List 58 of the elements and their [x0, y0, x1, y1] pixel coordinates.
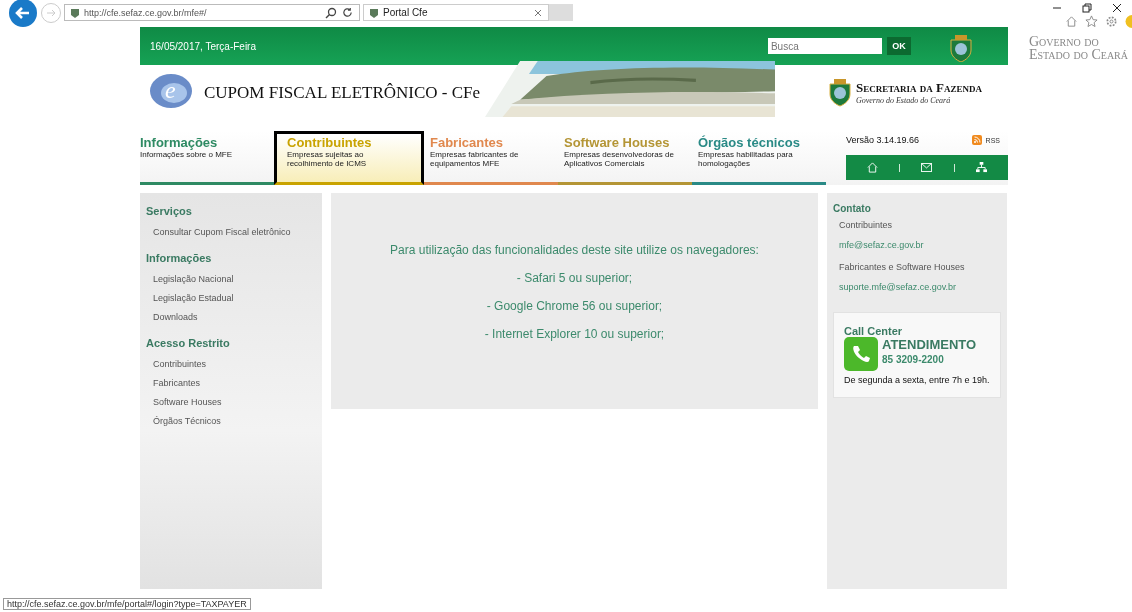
notice-text: Para utilização das funcionalidades deste site utilize os navegadores:: [390, 243, 759, 257]
site-icon: [370, 7, 378, 18]
nav-tab[interactable]: Órgãos técnicos Empresas habilitadas para homologações: [692, 131, 826, 185]
email-link[interactable]: suporte.mfe@sefaz.ce.gov.br: [839, 282, 1001, 292]
close-tab-icon[interactable]: [534, 8, 542, 17]
mail-icon[interactable]: [921, 163, 933, 172]
close-icon[interactable]: [1112, 3, 1122, 13]
sidebar-heading: Serviços: [146, 205, 193, 217]
email-link[interactable]: mfe@sefaz.ce.gov.br: [839, 240, 1001, 250]
crest-icon: [948, 34, 973, 62]
sidebar-heading: Informações: [146, 252, 213, 264]
phone-number: 85 3209-2200: [882, 354, 945, 365]
government-name: Estado do Ceará: [1028, 48, 1128, 61]
sidebar-link[interactable]: Consultar Cupom Fiscal eletrônico: [153, 227, 316, 237]
status-url: http://cfe.sefaz.ce.gov.br/mfe/portal#/login?type=TAXPAYER: [3, 598, 251, 610]
sidebar-link[interactable]: Fabricantes: [153, 378, 316, 388]
sidebar-link[interactable]: Contribuintes: [153, 359, 316, 369]
arrow-icon: [45, 7, 57, 19]
contact-heading: Contato: [833, 203, 872, 214]
search-button[interactable]: OK: [886, 37, 911, 55]
back-button[interactable]: [9, 0, 37, 27]
version-text: Versão 3.14.19.66: [846, 135, 920, 145]
search-field[interactable]: Busca: [767, 38, 882, 54]
sidebar-link[interactable]: Legislação Nacional: [153, 274, 316, 284]
browser-requirement: - Google Chrome 56 ou superior;: [486, 299, 663, 313]
browser-tab[interactable]: Portal Cfe: [363, 4, 549, 21]
opening-hours: De segunda a sexta, entre 7h e 19h.: [844, 375, 990, 385]
sitemap-icon[interactable]: [975, 162, 987, 173]
refresh-icon[interactable]: [342, 7, 353, 18]
site-title: CUPOM FISCAL ELETRÔNICO - CFe: [204, 83, 481, 103]
call-center-headline: ATENDIMENTO: [882, 337, 977, 352]
nav-tab[interactable]: Software Houses Empresas desenvolvedoras de Aplicativos Comerciais: [558, 131, 692, 185]
contact-label: Fabricantes e Software Houses: [839, 262, 966, 272]
logo-letter: e: [165, 77, 176, 104]
sidebar-link[interactable]: Software Houses: [153, 397, 316, 407]
sidebar-link[interactable]: Legislação Estadual: [153, 293, 316, 303]
contact-label: Contribuintes: [839, 220, 894, 230]
nav-tab[interactable]: Fabricantes Empresas fabricantes de equipamentos MFE: [424, 131, 558, 185]
restore-icon[interactable]: [1082, 3, 1092, 13]
phone-icon: [844, 337, 878, 371]
sidebar-link[interactable]: Downloads: [153, 312, 316, 322]
sidebar-link[interactable]: Órgãos Técnicos: [153, 416, 316, 426]
browser-requirement: - Internet Explorer 10 ou superior;: [484, 327, 665, 341]
star-icon[interactable]: [1085, 15, 1098, 28]
home-icon[interactable]: [1065, 15, 1078, 28]
crest-icon: [828, 77, 852, 107]
secretaria-name: Secretaria da Fazenda: [856, 79, 982, 96]
sidebar-heading: Acesso Restrito: [146, 337, 231, 349]
site-icon: [71, 7, 79, 18]
secretaria-subtitle: Governo do Estado do Ceará: [856, 95, 952, 105]
date-text: 16/05/2017, Terça-Feira: [150, 40, 257, 52]
browser-requirement: - Safari 5 ou superior;: [516, 271, 633, 285]
nav-tab[interactable]: Contribuintes Empresas sujeitas ao recolhimento de ICMS: [274, 131, 424, 185]
cfe-logo-icon: [148, 71, 194, 111]
search-icon[interactable]: [325, 6, 337, 19]
address-bar[interactable]: http://cfe.sefaz.ce.gov.br/mfe#/: [64, 4, 360, 21]
government-name: Governo do: [1028, 35, 1100, 48]
call-center-title: Call Center: [844, 325, 904, 337]
